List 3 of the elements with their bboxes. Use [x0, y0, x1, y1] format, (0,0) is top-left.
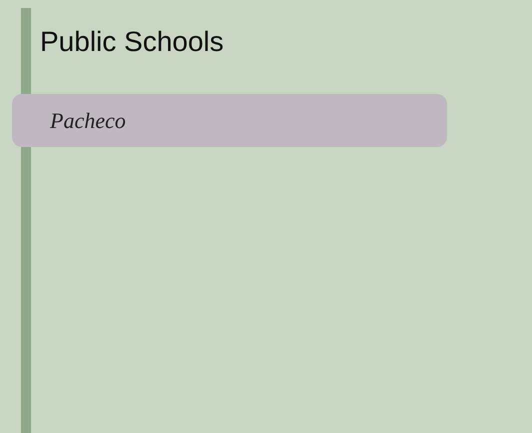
page-title: Public Schools	[40, 26, 225, 58]
school-card[interactable]: Pacheco	[12, 94, 447, 147]
school-name: Pacheco	[50, 108, 126, 134]
